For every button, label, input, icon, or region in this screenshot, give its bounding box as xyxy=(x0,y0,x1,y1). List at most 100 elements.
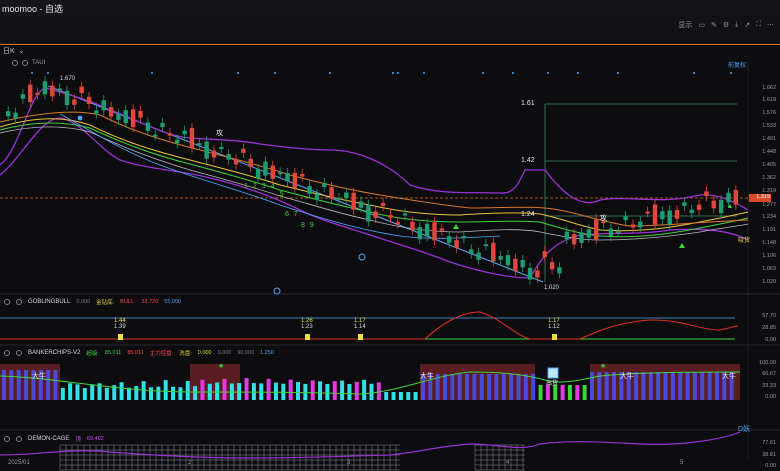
candle xyxy=(476,252,481,260)
banker-bar xyxy=(340,380,345,400)
candle xyxy=(594,219,599,240)
banker-bar xyxy=(656,372,661,400)
banker-bar xyxy=(398,392,403,400)
toggle-icon[interactable] xyxy=(4,350,10,356)
banker-axis-tick: 66.67 xyxy=(762,371,776,377)
banker-bar xyxy=(406,392,411,400)
banker-bar xyxy=(692,372,697,400)
banker-bar xyxy=(46,370,51,400)
candle xyxy=(145,122,151,131)
indicator-name[interactable]: GOBLINGBULL xyxy=(28,299,70,305)
signal-bottom: 1.39 xyxy=(114,324,126,330)
goblin-axis-tick: 28.85 xyxy=(762,325,776,331)
banker-bar xyxy=(273,382,278,400)
candle xyxy=(255,168,261,179)
indicator-name[interactable]: DEMON-CAGE xyxy=(28,436,69,442)
banker-bar xyxy=(185,381,190,400)
banker-bar xyxy=(68,383,73,400)
price-tick: 1.234 xyxy=(762,214,776,220)
fib-label-3: 1.24 xyxy=(521,211,535,218)
banker-bar xyxy=(567,385,572,400)
indicator-value: 0.000 xyxy=(76,299,91,305)
banker-bar xyxy=(457,374,462,400)
candle xyxy=(549,262,555,270)
candle xyxy=(704,191,709,197)
candle xyxy=(461,236,467,239)
candle xyxy=(579,232,584,243)
indicator-label: 超级: xyxy=(86,351,99,357)
toggle-icon[interactable] xyxy=(4,299,10,305)
indicator-name[interactable]: BANKERCHIPS-V2 xyxy=(28,350,80,356)
banker-bar xyxy=(509,374,514,400)
goblin-axis-tick: 0.00 xyxy=(765,337,776,343)
price-tick: 1.533 xyxy=(762,123,776,129)
chart-canvas: ★ ★ xyxy=(0,60,780,471)
current-price-value: 1.319 xyxy=(756,194,770,200)
toggle-icon[interactable] xyxy=(4,436,10,442)
ma-orange xyxy=(0,111,749,227)
candle xyxy=(733,189,739,205)
banker-bar xyxy=(347,383,352,400)
banker-bar xyxy=(60,387,65,400)
banker-bar xyxy=(75,384,80,400)
bull-tag: 大牛 xyxy=(420,373,434,380)
candle xyxy=(424,223,430,237)
banker-bar xyxy=(163,380,168,400)
banker-bar xyxy=(678,372,683,400)
td-sequence-2: 6 7 xyxy=(285,211,298,218)
candle xyxy=(439,228,445,231)
banker-bar xyxy=(538,385,543,400)
candle xyxy=(263,161,268,176)
banker-bar xyxy=(487,374,492,400)
banker-bar xyxy=(104,387,109,400)
banker-pane: ★ ★ xyxy=(0,362,741,400)
demon-axis-tick: 77.61 xyxy=(762,440,776,446)
candle xyxy=(373,211,378,218)
price-tick: 1.277 xyxy=(762,202,776,208)
candle xyxy=(116,114,121,120)
banker-bar xyxy=(296,382,300,400)
banker-bar xyxy=(685,372,690,400)
candle xyxy=(138,110,143,118)
ma-white xyxy=(0,126,749,241)
indicator-value: 55.000 xyxy=(164,299,182,305)
attack-label-2: 攻 xyxy=(600,215,607,222)
eye-icon[interactable] xyxy=(16,350,22,356)
indicator-label: 洗盘: xyxy=(179,351,192,357)
bull-tag: 大牛 xyxy=(620,373,634,380)
banker-bar xyxy=(222,378,227,400)
banker-bar xyxy=(215,382,220,400)
candle xyxy=(13,112,18,119)
banker-bar xyxy=(244,378,249,400)
banker-bar xyxy=(310,380,315,400)
candle xyxy=(630,224,636,228)
eye-icon[interactable] xyxy=(16,436,22,442)
candle xyxy=(322,183,327,188)
indicator-value: 90.000 xyxy=(237,350,255,356)
seq-num: 9 xyxy=(309,222,314,229)
candle xyxy=(696,204,702,211)
goblin-axis-tick: 57.70 xyxy=(762,313,776,319)
banker-bar xyxy=(82,387,87,400)
banker-bar xyxy=(53,370,58,400)
x-tick: 4 xyxy=(506,460,510,466)
candle xyxy=(395,222,400,225)
banker-bar xyxy=(545,385,550,400)
candle xyxy=(645,211,650,214)
banker-bar xyxy=(2,370,6,400)
indicator-label: 金钻底: xyxy=(96,300,115,306)
indicator-label: BULL: xyxy=(120,299,136,305)
seq-num: 3 xyxy=(261,183,266,190)
candle xyxy=(197,143,202,146)
banker-axis-tick: 100.00 xyxy=(759,360,776,366)
candle xyxy=(667,210,672,225)
price-tick: 1.405 xyxy=(762,162,776,168)
eye-icon[interactable] xyxy=(16,299,22,305)
banker-bar xyxy=(149,387,153,400)
price-tick: 1.619 xyxy=(762,97,776,103)
bull-tag: 大牛 xyxy=(32,373,46,380)
svg-text:★: ★ xyxy=(218,362,224,370)
candle xyxy=(432,222,437,241)
candle xyxy=(410,221,415,231)
candle xyxy=(726,192,731,203)
